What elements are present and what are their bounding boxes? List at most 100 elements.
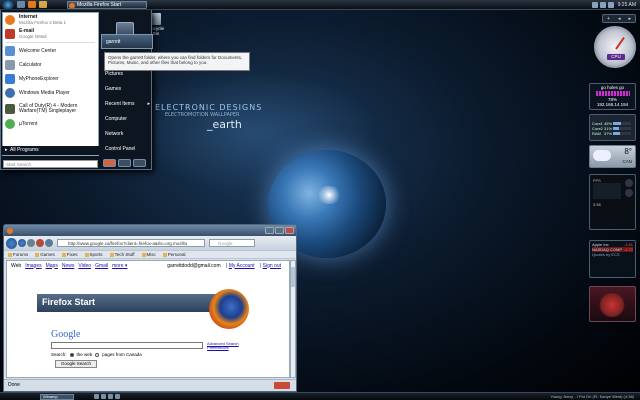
google-link-web[interactable]: Web	[11, 263, 21, 269]
start-item-internet[interactable]: Internet Mozilla Firefox 2 Beta 1	[3, 13, 98, 27]
advanced-search-link[interactable]: Advanced Search Preferences	[207, 342, 247, 350]
chevron-right-icon[interactable]	[133, 159, 146, 167]
place-network[interactable]: Network	[101, 127, 153, 142]
radio-web[interactable]	[69, 352, 74, 357]
reload-icon[interactable]	[27, 239, 35, 247]
tray-volume-icon[interactable]	[599, 1, 606, 8]
my-account-link[interactable]: My Account	[229, 263, 255, 269]
back-icon[interactable]	[6, 237, 17, 249]
stock-footer: Quotes by ECS	[592, 252, 633, 257]
slideshow-gadget[interactable]	[589, 286, 636, 322]
media-player-button[interactable]: Winamp	[40, 393, 74, 400]
minimize-icon[interactable]	[265, 227, 274, 234]
start-item-subtitle: Google GMail	[19, 34, 47, 39]
tray-shield-icon[interactable]	[607, 1, 614, 8]
bookmark-folder[interactable]: Games	[35, 252, 55, 257]
gmail-icon	[5, 29, 15, 39]
bookmark-folder[interactable]: Personal	[163, 252, 186, 257]
place-control-panel[interactable]: Control Panel	[101, 142, 153, 157]
window-titlebar[interactable]	[4, 225, 296, 236]
sun-flare	[316, 186, 342, 204]
cpu-bar	[613, 122, 631, 125]
bookmark-folder[interactable]: Fixes	[62, 252, 78, 257]
google-search-input[interactable]	[51, 342, 203, 349]
start-item-email[interactable]: E-mail Google GMail	[3, 27, 98, 41]
cpu-bar-fill	[613, 122, 622, 125]
next-icon[interactable]	[115, 394, 120, 399]
page-scrollbar[interactable]	[290, 260, 296, 378]
pause-icon[interactable]	[108, 394, 113, 399]
quicklaunch-firefox-icon[interactable]	[28, 1, 36, 8]
google-link-images[interactable]: Images	[25, 263, 41, 269]
start-item-call-of-duty[interactable]: Call of Duty(R) 4 - Modern Warfare(TM) S…	[3, 100, 98, 117]
cpu-value: 37%	[604, 131, 613, 136]
bookmark-folder[interactable]: Misc	[142, 252, 156, 257]
firefox-logo-icon	[209, 289, 249, 329]
google-link-news[interactable]: News	[62, 263, 75, 269]
gmail-notifier-icon[interactable]	[274, 382, 290, 389]
google-link-gmail[interactable]: Gmail	[95, 263, 108, 269]
taskbar-firefox-button[interactable]: Mozilla Firefox Start	[67, 0, 147, 9]
bookmark-folder[interactable]: Sports	[85, 252, 103, 257]
media-gadget[interactable]: FPS 3:58	[589, 174, 636, 230]
forward-icon[interactable]	[18, 239, 26, 247]
firefox-icon	[7, 227, 13, 234]
start-item-welcome-center[interactable]: Welcome Center	[3, 44, 98, 58]
place-user-folder[interactable]: garrett	[101, 34, 153, 49]
previous-icon[interactable]	[94, 394, 99, 399]
quicklaunch-folder-icon[interactable]	[39, 1, 47, 8]
bookmark-folder[interactable]: Forums	[8, 252, 28, 257]
cpu-meter-gadget[interactable]: Core1 45% Core2 31% RAM 37%	[589, 114, 636, 141]
place-computer[interactable]: Computer	[101, 112, 153, 127]
add-gadget-icon[interactable]: +	[607, 16, 610, 22]
start-item-utorrent[interactable]: µTorrent	[3, 117, 98, 131]
media-screen	[593, 183, 621, 199]
google-link-video[interactable]: Video	[78, 263, 91, 269]
power-icon[interactable]	[103, 159, 116, 167]
tray-network-icon[interactable]	[591, 1, 598, 8]
page-content: Web Images Maps News Video Gmail more ▾ …	[6, 260, 290, 378]
weather-location: CAN	[622, 159, 632, 164]
start-item-label: MyPhoneExplorer	[19, 75, 59, 82]
url-bar[interactable]: http://www.google.ca/firefox?client=fire…	[57, 239, 205, 247]
play-icon[interactable]	[625, 179, 633, 187]
all-programs-button[interactable]: ▸ All Programs	[2, 146, 99, 155]
radio-canada-label: pages from Canada	[102, 352, 142, 357]
start-item-calculator[interactable]: Calculator	[3, 58, 98, 72]
recent-items-label: Recent Items	[105, 101, 135, 107]
search-box[interactable]: Google	[209, 239, 255, 247]
maximize-icon[interactable]	[275, 227, 284, 234]
place-recent-items[interactable]: Recent Items ▸	[101, 97, 153, 112]
navigation-toolbar: http://www.google.ca/firefox?client=fire…	[4, 236, 296, 250]
clock[interactable]: 9:25 AM	[618, 2, 636, 8]
lock-icon[interactable]	[118, 159, 131, 167]
start-item-media-player[interactable]: Windows Media Player	[3, 86, 98, 100]
google-search-button[interactable]: Google Search	[55, 360, 97, 368]
google-link-more[interactable]: more ▾	[112, 263, 127, 269]
start-orb-icon[interactable]	[2, 0, 14, 10]
start-item-myphoneexplorer[interactable]: MyPhoneExplorer	[3, 72, 98, 86]
play-icon[interactable]	[101, 394, 106, 399]
close-icon[interactable]	[285, 227, 294, 234]
cpu-bar-fill	[613, 127, 619, 130]
start-search-input[interactable]: Start Search	[3, 160, 98, 168]
sign-out-link[interactable]: Sign out	[263, 263, 281, 269]
stop-icon[interactable]	[36, 239, 44, 247]
radio-web-label: the web	[76, 352, 93, 357]
status-text: Done	[8, 382, 20, 388]
google-link-maps[interactable]: Maps	[46, 263, 58, 269]
phone-icon	[5, 74, 15, 84]
radio-canada[interactable]	[95, 352, 100, 357]
network-gadget[interactable]: go holes go 78% 192.168.14.194	[589, 83, 636, 110]
next-track-icon[interactable]	[625, 189, 633, 197]
quicklaunch-desktop-icon[interactable]	[17, 1, 25, 8]
next-icon[interactable]: ▸	[628, 16, 631, 22]
stock-gadget[interactable]: Apple Inc -1.61 NASDAQ COMP -9.72 Quotes b…	[589, 240, 636, 278]
cpu-gauge-gadget[interactable]: CPU	[594, 26, 636, 68]
place-games[interactable]: Games	[101, 82, 153, 97]
bookmark-folder[interactable]: Tech Stuff	[110, 252, 135, 257]
scrollbar-thumb[interactable]	[291, 267, 295, 287]
weather-gadget[interactable]: 8° CAN	[589, 145, 636, 168]
home-icon[interactable]	[45, 239, 53, 247]
prev-icon[interactable]: ◂	[618, 16, 621, 22]
